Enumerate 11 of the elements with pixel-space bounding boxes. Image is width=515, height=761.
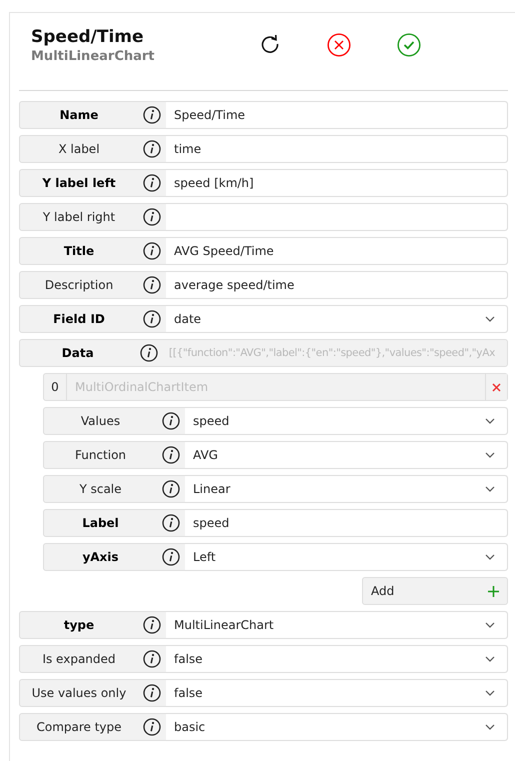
close-icon: [327, 33, 351, 57]
confirm-button[interactable]: [397, 33, 421, 57]
panel-title: Speed/Time: [31, 27, 145, 47]
refresh-icon: [259, 33, 281, 55]
remove-button[interactable]: [485, 374, 507, 400]
close-icon: [492, 382, 501, 392]
panel-subtitle: MultiLinearChart: [31, 49, 156, 64]
plus-icon: [488, 586, 499, 596]
item-index: 0: [44, 374, 67, 400]
check-icon: [397, 33, 421, 57]
cancel-button[interactable]: [327, 33, 351, 57]
